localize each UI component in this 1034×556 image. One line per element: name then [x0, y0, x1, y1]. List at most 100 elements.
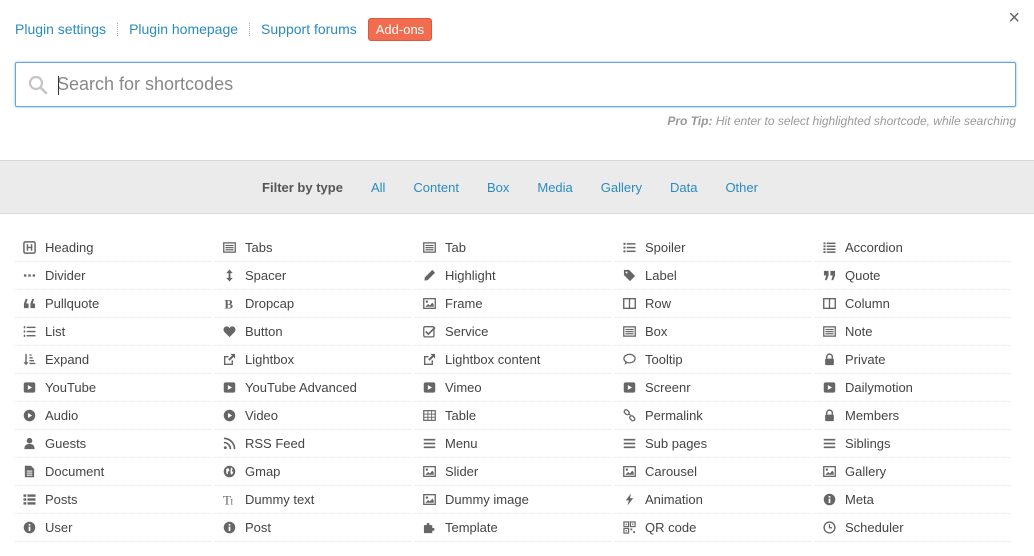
shortcode-item-audio[interactable]: Audio: [15, 402, 211, 430]
filter-label: Filter by type: [262, 179, 343, 195]
shortcode-item-members[interactable]: Members: [815, 402, 1011, 430]
shortcode-item-lightbox-content[interactable]: Lightbox content: [415, 346, 611, 374]
shortcode-item-siblings[interactable]: Siblings: [815, 430, 1011, 458]
shortcode-label: Siblings: [845, 436, 891, 451]
addons-button[interactable]: Add-ons: [367, 17, 433, 41]
shortcode-item-vimeo[interactable]: Vimeo: [415, 374, 611, 402]
filter-content[interactable]: Content: [413, 180, 459, 195]
filter-data[interactable]: Data: [670, 180, 697, 195]
shortcode-label: Dailymotion: [845, 380, 913, 395]
shortcode-item-list[interactable]: List: [15, 318, 211, 346]
shortcode-item-sub-pages[interactable]: Sub pages: [615, 430, 811, 458]
comment-icon: [622, 353, 636, 367]
shortcode-item-animation[interactable]: Animation: [615, 486, 811, 514]
check-square-icon: [422, 325, 436, 339]
shortcode-item-dailymotion[interactable]: Dailymotion: [815, 374, 1011, 402]
shortcode-label: Table: [445, 408, 477, 423]
shortcode-item-frame[interactable]: Frame: [415, 290, 611, 318]
shortcode-item-dummy-text[interactable]: T I Dummy text: [215, 486, 411, 514]
heading-icon: [22, 241, 36, 255]
shortcode-item-qr-code[interactable]: QR code: [615, 514, 811, 542]
shortcode-label: Lightbox content: [445, 352, 541, 367]
shortcode-label: Label: [645, 268, 677, 283]
shortcode-item-label[interactable]: Label: [615, 262, 811, 290]
filter-media[interactable]: Media: [537, 180, 572, 195]
shortcode-label: Spoiler: [645, 240, 686, 255]
list-ol-icon: [22, 325, 36, 339]
shortcode-label: Tooltip: [645, 352, 683, 367]
shortcode-item-highlight[interactable]: Highlight: [415, 262, 611, 290]
shortcode-item-scheduler[interactable]: Scheduler: [815, 514, 1011, 542]
search-icon: [28, 75, 48, 95]
shortcode-item-gallery[interactable]: Gallery: [815, 458, 1011, 486]
shortcode-item-slider[interactable]: Slider: [415, 458, 611, 486]
shortcode-item-row[interactable]: Row: [615, 290, 811, 318]
shortcode-item-button[interactable]: Button: [215, 318, 411, 346]
arrows-v-icon: [222, 269, 236, 283]
shortcode-item-lightbox[interactable]: Lightbox: [215, 346, 411, 374]
external-link-icon: [222, 353, 236, 367]
shortcode-label: Private: [845, 352, 886, 367]
support-forums-link[interactable]: Support forums: [261, 21, 357, 37]
shortcode-item-spacer[interactable]: Spacer: [215, 262, 411, 290]
shortcode-label: Document: [45, 464, 105, 479]
filter-all[interactable]: All: [371, 180, 385, 195]
svg-text:B: B: [224, 297, 233, 310]
shortcode-item-carousel[interactable]: Carousel: [615, 458, 811, 486]
shortcode-label: Dummy text: [245, 492, 315, 507]
shortcode-item-user[interactable]: User: [15, 514, 211, 542]
pro-tip: Pro Tip: Hit enter to select highlighted…: [667, 114, 1016, 128]
shortcode-label: Note: [845, 324, 873, 339]
filter-gallery[interactable]: Gallery: [601, 180, 642, 195]
shortcode-item-post[interactable]: Post: [215, 514, 411, 542]
top-navigation: Plugin settings Plugin homepage Support …: [15, 17, 433, 41]
shortcode-item-youtube-advanced[interactable]: YouTube Advanced: [215, 374, 411, 402]
shortcode-item-guests[interactable]: Guests: [15, 430, 211, 458]
shortcode-item-menu[interactable]: Menu: [415, 430, 611, 458]
shortcode-item-permalink[interactable]: Permalink: [615, 402, 811, 430]
plugin-settings-link[interactable]: Plugin settings: [15, 21, 106, 37]
shortcode-item-dropcap[interactable]: B Dropcap: [215, 290, 411, 318]
shortcode-item-table[interactable]: Table: [415, 402, 611, 430]
shortcode-item-divider[interactable]: Divider: [15, 262, 211, 290]
list-alt-icon: [222, 241, 236, 255]
list-alt-icon: [822, 325, 836, 339]
shortcode-label: Pullquote: [45, 296, 100, 311]
shortcode-item-quote[interactable]: Quote: [815, 262, 1011, 290]
play-square-icon: [22, 381, 36, 395]
close-icon[interactable]: ×: [1008, 8, 1020, 28]
shortcode-item-rss-feed[interactable]: RSS Feed: [215, 430, 411, 458]
shortcode-item-document[interactable]: Document: [15, 458, 211, 486]
shortcode-item-pullquote[interactable]: Pullquote: [15, 290, 211, 318]
shortcode-item-gmap[interactable]: Gmap: [215, 458, 411, 486]
shortcode-item-expand[interactable]: Expand: [15, 346, 211, 374]
filter-box[interactable]: Box: [487, 180, 509, 195]
shortcode-label: Audio: [45, 408, 79, 423]
shortcode-item-service[interactable]: Service: [415, 318, 611, 346]
shortcode-label: Quote: [845, 268, 881, 283]
shortcode-item-meta[interactable]: Meta: [815, 486, 1011, 514]
search-input[interactable]: [57, 63, 1007, 106]
table-icon: [422, 409, 436, 423]
shortcode-item-tooltip[interactable]: Tooltip: [615, 346, 811, 374]
filter-other[interactable]: Other: [725, 180, 758, 195]
link-icon: [622, 409, 636, 423]
shortcode-label: User: [45, 520, 73, 535]
shortcode-item-note[interactable]: Note: [815, 318, 1011, 346]
shortcode-item-accordion[interactable]: Accordion: [815, 234, 1011, 262]
shortcode-item-box[interactable]: Box: [615, 318, 811, 346]
shortcode-label: Post: [245, 520, 272, 535]
plugin-homepage-link[interactable]: Plugin homepage: [129, 21, 238, 37]
shortcode-item-dummy-image[interactable]: Dummy image: [415, 486, 611, 514]
shortcode-item-heading[interactable]: Heading: [15, 234, 211, 262]
shortcode-item-private[interactable]: Private: [815, 346, 1011, 374]
shortcode-item-template[interactable]: Template: [415, 514, 611, 542]
shortcode-item-column[interactable]: Column: [815, 290, 1011, 318]
shortcode-item-youtube[interactable]: YouTube: [15, 374, 211, 402]
shortcode-item-video[interactable]: Video: [215, 402, 411, 430]
shortcode-item-screenr[interactable]: Screenr: [615, 374, 811, 402]
shortcode-item-tabs[interactable]: Tabs: [215, 234, 411, 262]
shortcode-item-tab[interactable]: Tab: [415, 234, 611, 262]
shortcode-item-spoiler[interactable]: Spoiler: [615, 234, 811, 262]
shortcode-item-posts[interactable]: Posts: [15, 486, 211, 514]
